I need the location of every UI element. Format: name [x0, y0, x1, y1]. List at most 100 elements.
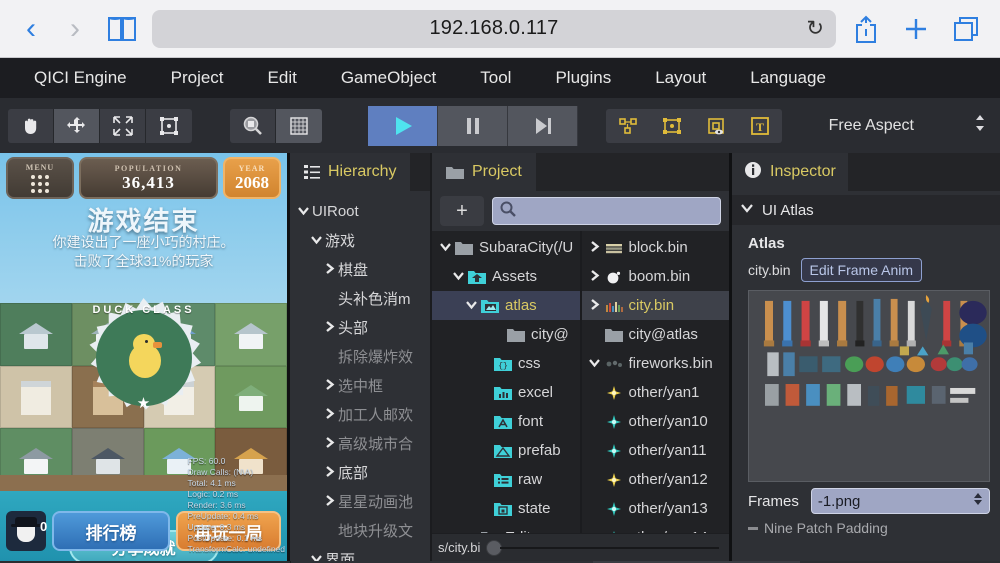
project-tree-row[interactable]: {} css [432, 349, 580, 378]
hierarchy-row[interactable]: 星星动画池 [290, 487, 430, 516]
project-tree-row[interactable]: Editor [432, 523, 580, 533]
gizmo-nodes-icon[interactable] [606, 109, 650, 143]
aspect-stepper-icon[interactable] [974, 112, 986, 139]
hud-menu-button[interactable]: MENU [6, 157, 74, 199]
caret-down-icon[interactable] [436, 240, 454, 256]
file-list-row[interactable]: other/yan11 [582, 436, 730, 465]
edit-frame-animation-button[interactable]: Edit Frame Anim [800, 258, 923, 282]
menu-item-plugins[interactable]: Plugins [533, 68, 633, 88]
project-tree-row[interactable]: Assets [432, 262, 580, 291]
caret-right-icon[interactable] [586, 298, 604, 314]
forward-chevron-icon[interactable]: › [58, 13, 92, 44]
grid-icon[interactable] [276, 108, 322, 143]
new-tab-button[interactable] [896, 16, 936, 42]
gizmo-text-icon[interactable]: T [738, 109, 782, 143]
project-tree-row[interactable]: raw [432, 465, 580, 494]
hierarchy-row[interactable]: 底部 [290, 458, 430, 487]
file-list[interactable]: block.bin boom.bin city.bin city@atlas firew… [579, 231, 730, 533]
caret-down-icon[interactable] [294, 204, 312, 220]
tabs-icon[interactable] [946, 15, 986, 43]
caret-right-icon[interactable] [320, 320, 338, 336]
caret-right-icon[interactable] [320, 378, 338, 394]
gizmo-visibility-icon[interactable] [694, 109, 738, 143]
tab-project[interactable]: Project [432, 153, 536, 191]
caret-right-icon[interactable] [320, 494, 338, 510]
hierarchy-row[interactable]: 头补色消m [290, 284, 430, 313]
file-list-row[interactable]: other/yan12 [582, 465, 730, 494]
menu-item-edit[interactable]: Edit [246, 68, 319, 88]
chevron-updown-icon[interactable] [973, 491, 983, 511]
ui-atlas-section-header[interactable]: UI Atlas [732, 195, 1000, 225]
project-tree-row[interactable]: state [432, 494, 580, 523]
caret-right-icon[interactable] [320, 407, 338, 423]
avatar[interactable]: 0 [6, 511, 47, 551]
game-view[interactable]: MENU POPULATION 36,413 YEAR 2068 游戏结束 你建… [0, 153, 290, 561]
chevron-down-icon[interactable] [740, 201, 754, 219]
caret-right-icon[interactable] [320, 262, 338, 278]
hierarchy-row[interactable]: 地块升级文 [290, 516, 430, 545]
menu-item-qici-engine[interactable]: QICI Engine [12, 68, 149, 88]
hierarchy-tree[interactable]: UIRoot 游戏 棋盘 头补色消m 头部 拆除爆炸效 选中框 加工人邮欢 高级城市合 底部 星星动… [290, 191, 430, 561]
leaderboard-button[interactable]: 排行榜 [52, 511, 170, 551]
book-icon[interactable] [102, 15, 142, 43]
scale-tool[interactable] [100, 108, 146, 143]
search-input[interactable] [492, 197, 721, 225]
menu-item-tool[interactable]: Tool [458, 68, 533, 88]
caret-right-icon[interactable] [320, 465, 338, 481]
gizmo-bounds-icon[interactable] [650, 109, 694, 143]
hand-tool[interactable] [8, 108, 54, 143]
file-list-row[interactable]: block.bin [582, 233, 730, 262]
menu-item-project[interactable]: Project [149, 68, 246, 88]
menu-item-layout[interactable]: Layout [633, 68, 728, 88]
frames-dropdown[interactable]: -1.png [810, 488, 990, 514]
caret-right-icon[interactable] [586, 240, 604, 256]
play-button[interactable] [368, 105, 438, 146]
pause-button[interactable] [438, 105, 508, 146]
tab-inspector[interactable]: Inspector [732, 153, 848, 191]
reload-icon[interactable]: ↻ [806, 16, 824, 41]
hierarchy-row[interactable]: 棋盘 [290, 255, 430, 284]
hierarchy-row[interactable]: UIRoot [290, 197, 430, 226]
file-list-row[interactable]: city.bin [581, 291, 729, 320]
file-list-row[interactable]: other/yan13 [582, 494, 730, 523]
caret-down-icon[interactable] [449, 269, 467, 285]
zoom-slider[interactable] [486, 539, 723, 556]
file-list-row[interactable]: other/yan14 [582, 523, 730, 533]
project-tree-row[interactable]: font [432, 407, 580, 436]
caret-right-icon[interactable] [320, 436, 338, 452]
caret-down-icon[interactable] [307, 233, 325, 249]
project-tree[interactable]: SubaraCity(/U Assets atlas city@ {} css excel f… [432, 231, 580, 533]
city-tile[interactable] [0, 365, 72, 429]
hierarchy-row[interactable]: 选中框 [290, 371, 430, 400]
project-tree-row[interactable]: prefab [432, 436, 580, 465]
caret-down-icon[interactable] [586, 356, 604, 372]
caret-down-icon[interactable] [462, 298, 480, 314]
hierarchy-row[interactable]: 游戏 [290, 226, 430, 255]
menu-item-gameobject[interactable]: GameObject [319, 68, 458, 88]
aspect-ratio-selector[interactable]: Free Aspect [829, 112, 986, 139]
zoom-icon[interactable] [230, 108, 276, 143]
atlas-preview[interactable] [748, 290, 990, 482]
project-tree-row[interactable]: excel [432, 378, 580, 407]
share-icon[interactable] [846, 14, 886, 44]
project-tree-row[interactable]: SubaraCity(/U [432, 233, 580, 262]
menu-item-language[interactable]: Language [728, 68, 848, 88]
url-bar[interactable]: 192.168.0.117 ↻ [152, 9, 836, 48]
hierarchy-row[interactable]: 拆除爆炸效 [290, 342, 430, 371]
city-tile[interactable] [0, 303, 72, 366]
file-list-row[interactable]: city@atlas [582, 320, 730, 349]
hierarchy-row[interactable]: 头部 [290, 313, 430, 342]
add-asset-button[interactable]: + [440, 196, 484, 226]
file-list-row[interactable]: other/yan1 [582, 378, 730, 407]
caret-right-icon[interactable] [586, 269, 604, 285]
rect-tool[interactable] [146, 108, 192, 143]
hierarchy-row[interactable]: 高级城市合 [290, 429, 430, 458]
project-tree-row[interactable]: atlas [432, 291, 580, 320]
back-chevron-icon[interactable]: ‹ [14, 13, 48, 44]
file-list-row[interactable]: other/yan10 [582, 407, 730, 436]
file-list-row[interactable]: fireworks.bin [582, 349, 730, 378]
hierarchy-row[interactable]: 加工人邮欢 [290, 400, 430, 429]
move-tool[interactable] [54, 108, 100, 143]
project-tree-row[interactable]: city@ [432, 320, 580, 349]
hierarchy-row[interactable]: 界面 [290, 545, 430, 561]
